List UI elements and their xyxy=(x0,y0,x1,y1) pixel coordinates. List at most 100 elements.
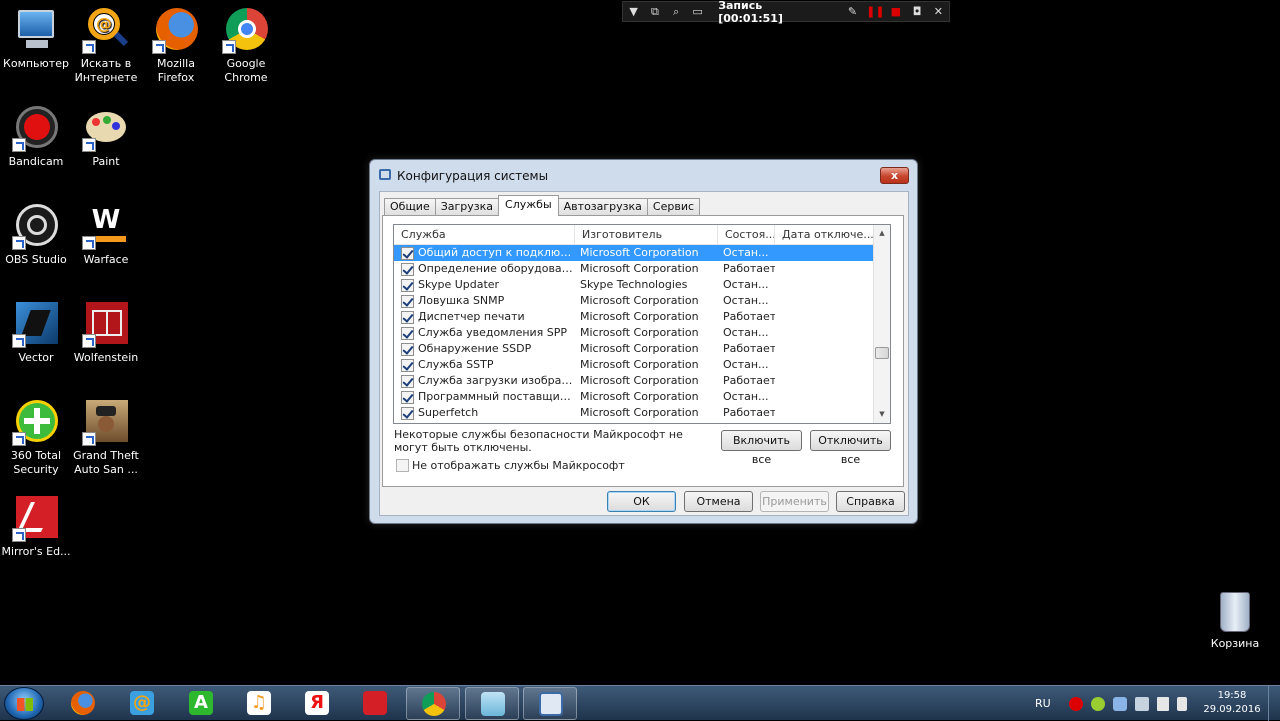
table-row[interactable]: Skype Updater Skype Technologies Остан... xyxy=(394,277,874,293)
column-header-service[interactable]: Служба xyxy=(394,225,575,244)
service-checkbox[interactable] xyxy=(401,278,414,292)
system-configuration-dialog: Конфигурация системы x Общие Загрузка Сл… xyxy=(369,159,918,524)
hide-microsoft-services-checkbox[interactable]: Не отображать службы Майкрософт xyxy=(396,459,625,472)
table-row[interactable]: Общий доступ к подключени... Microsoft Co… xyxy=(394,245,874,261)
desktop-icon-warface[interactable]: W Warface xyxy=(70,202,142,267)
360-security-icon xyxy=(12,398,60,446)
table-row[interactable]: Служба уведомления SPP Microsoft Corporat… xyxy=(394,325,874,341)
service-name: Определение оборудования о... xyxy=(418,262,575,275)
zoom-icon[interactable]: ⌕ xyxy=(669,5,684,19)
help-button[interactable]: Справка xyxy=(836,491,905,512)
recycle-bin[interactable]: Корзина xyxy=(1200,592,1270,650)
scroll-down-icon[interactable]: ▼ xyxy=(874,406,890,423)
dialog-titlebar[interactable]: Конфигурация системы x xyxy=(370,160,917,190)
desktop-icon-wolfenstein[interactable]: Wolfenstein xyxy=(70,300,142,365)
cancel-button[interactable]: Отмена xyxy=(684,491,753,512)
taskbar-explorer[interactable] xyxy=(465,687,519,720)
tab-general[interactable]: Общие xyxy=(384,198,436,216)
language-indicator[interactable]: RU xyxy=(1035,697,1051,710)
service-checkbox[interactable] xyxy=(401,246,414,260)
internet-search-icon: @ xyxy=(82,6,130,54)
windows-logo-icon xyxy=(17,698,33,711)
scroll-up-icon[interactable]: ▲ xyxy=(874,225,890,242)
taskbar-firefox[interactable] xyxy=(56,687,110,720)
tab-boot[interactable]: Загрузка xyxy=(434,198,500,216)
bluetooth-icon[interactable] xyxy=(1112,696,1127,711)
menu-dropdown-icon[interactable]: ▼ xyxy=(626,5,641,19)
table-row[interactable]: Определение оборудования о... Microsoft C… xyxy=(394,261,874,277)
desktop-icon-paint[interactable]: Paint xyxy=(70,104,142,169)
taskbar-chrome[interactable] xyxy=(406,687,460,720)
table-row[interactable]: Служба загрузки изображени... Microsoft C… xyxy=(394,373,874,389)
service-checkbox[interactable] xyxy=(401,374,414,388)
desktop-icon-vector[interactable]: Vector xyxy=(0,300,72,365)
vertical-scrollbar[interactable]: ▲ ▼ xyxy=(873,225,890,423)
pencil-icon[interactable]: ✎ xyxy=(845,5,860,19)
taskbar-yandex[interactable]: Я xyxy=(290,687,344,720)
desktop-icon-computer[interactable]: Компьютер xyxy=(0,6,72,71)
camera-icon[interactable]: ◘ xyxy=(909,5,924,19)
start-button[interactable] xyxy=(4,687,44,720)
service-name-cell: Обнаружение SSDP xyxy=(394,341,575,357)
service-checkbox[interactable] xyxy=(401,342,414,356)
tab-services[interactable]: Службы xyxy=(498,195,559,216)
apply-button[interactable]: Применить xyxy=(760,491,829,512)
minimize-icon[interactable]: ▭ xyxy=(690,5,705,19)
table-row[interactable]: Диспетчер печати Microsoft Corporation Раб… xyxy=(394,309,874,325)
chrome-icon xyxy=(222,6,270,54)
taskbar-music[interactable]: ♫ xyxy=(232,687,286,720)
taskbar-store[interactable]: A xyxy=(174,687,228,720)
close-button[interactable]: x xyxy=(880,167,909,184)
service-checkbox[interactable] xyxy=(401,326,414,340)
checkbox-box[interactable] xyxy=(396,459,409,472)
taskbar-mail[interactable]: @ xyxy=(115,687,169,720)
shortcut-arrow-icon xyxy=(82,334,96,348)
table-row[interactable]: Программный поставщик тене... Microsoft C… xyxy=(394,389,874,405)
scroll-thumb[interactable] xyxy=(875,347,889,359)
service-checkbox[interactable] xyxy=(401,294,414,308)
desktop-icon-firefox[interactable]: Mozilla Firefox xyxy=(140,6,212,85)
enable-all-button[interactable]: Включить все xyxy=(721,430,802,466)
taskbar-msconfig[interactable] xyxy=(523,687,577,720)
desktop-icon-mirrors-edge[interactable]: Mirror's Ed... xyxy=(0,494,72,559)
desktop-icon-search-internet[interactable]: @ Искать в Интернете xyxy=(70,6,142,85)
security-tray-icon[interactable] xyxy=(1090,696,1105,711)
column-header-manufacturer[interactable]: Изготовитель xyxy=(575,225,718,244)
firefox-icon xyxy=(71,691,95,715)
service-checkbox[interactable] xyxy=(401,390,414,404)
pause-icon[interactable]: ❚❚ xyxy=(866,5,884,19)
table-row[interactable]: Служба SSTP Microsoft Corporation Остан... xyxy=(394,357,874,373)
manufacturer-cell: Microsoft Corporation xyxy=(580,294,699,307)
stop-icon[interactable]: ■ xyxy=(888,5,903,19)
service-checkbox[interactable] xyxy=(401,358,414,372)
status-cell: Остан... xyxy=(723,246,769,259)
clock[interactable]: 19:58 29.09.2016 xyxy=(1202,689,1262,717)
desktop-icon-label: Google Chrome xyxy=(224,57,268,84)
desktop-icon-obs[interactable]: OBS Studio xyxy=(0,202,72,267)
table-row[interactable]: Обнаружение SSDP Microsoft Corporation Раб… xyxy=(394,341,874,357)
taskbar-mirrors-edge[interactable] xyxy=(348,687,402,720)
column-header-date-disabled[interactable]: Дата отключе... xyxy=(775,225,874,244)
volume-icon[interactable] xyxy=(1176,696,1187,711)
desktop-icon-360-total-security[interactable]: 360 Total Security xyxy=(0,398,72,477)
service-checkbox[interactable] xyxy=(401,310,414,324)
service-checkbox[interactable] xyxy=(401,406,414,420)
desktop-icon-chrome[interactable]: Google Chrome xyxy=(210,6,282,85)
disable-all-button[interactable]: Отключить все xyxy=(810,430,891,466)
network-icon[interactable] xyxy=(1156,696,1169,711)
column-header-status[interactable]: Состоя... xyxy=(718,225,775,244)
service-checkbox[interactable] xyxy=(401,262,414,276)
close-recorder-icon[interactable]: ✕ xyxy=(931,5,946,19)
desktop-icon-bandicam[interactable]: Bandicam xyxy=(0,104,72,169)
tab-tools[interactable]: Сервис xyxy=(646,198,701,216)
ok-button[interactable]: ОК xyxy=(607,491,676,512)
bandicam-tray-icon[interactable] xyxy=(1068,696,1083,711)
window-mode-icon[interactable]: ⧉ xyxy=(647,5,662,19)
tab-startup[interactable]: Автозагрузка xyxy=(557,198,648,216)
show-desktop-button[interactable] xyxy=(1268,686,1280,721)
services-list[interactable]: Служба Изготовитель Состоя... Дата отклю… xyxy=(393,224,891,424)
desktop-icon-gta-san-andreas[interactable]: Grand Theft Auto San ... xyxy=(70,398,142,477)
action-center-icon[interactable] xyxy=(1134,696,1149,711)
table-row[interactable]: Superfetch Microsoft Corporation Работает xyxy=(394,405,874,421)
table-row[interactable]: Ловушка SNMP Microsoft Corporation Остан..… xyxy=(394,293,874,309)
